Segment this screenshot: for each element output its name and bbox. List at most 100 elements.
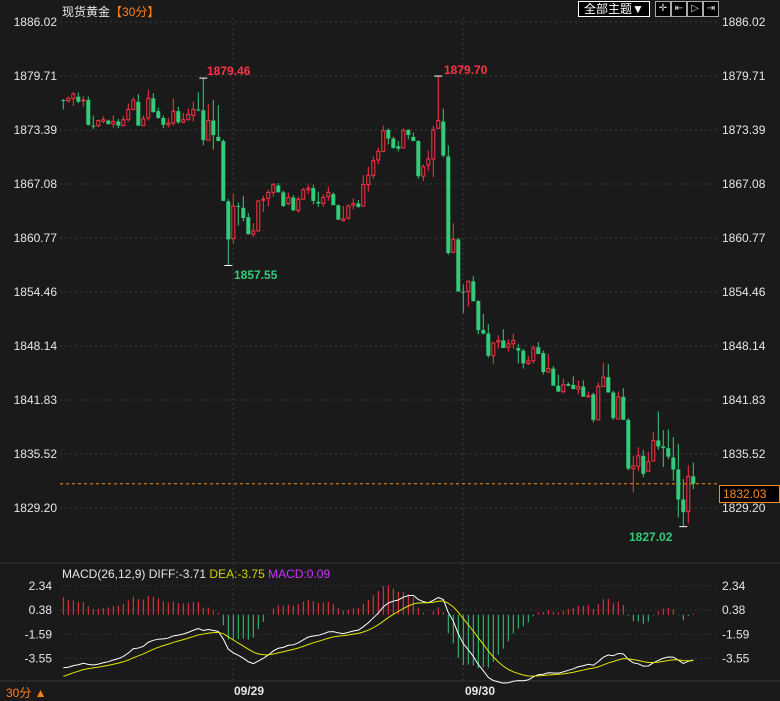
candle-down <box>386 128 391 145</box>
candle-body <box>681 499 686 513</box>
last-price-label: 1832.03 <box>719 485 780 503</box>
candle-body <box>106 120 111 124</box>
candle-up <box>96 119 101 128</box>
price-tick-label: 1873.39 <box>722 123 766 138</box>
candle-body <box>291 197 296 211</box>
candle-body <box>266 191 271 199</box>
candle-up <box>301 188 306 200</box>
candle-down <box>581 380 586 397</box>
crosshair-icon[interactable]: ✛ <box>655 1 671 17</box>
candle-up <box>426 150 431 171</box>
candle-body <box>576 386 581 390</box>
candle-up <box>401 128 406 149</box>
candle-down <box>501 329 506 349</box>
candle-down <box>86 96 91 126</box>
candle-down <box>136 94 141 126</box>
candle-body <box>331 194 336 206</box>
candle-body <box>286 197 291 205</box>
candle-body <box>386 129 391 139</box>
price-tick-label: 1835.52 <box>722 446 766 461</box>
candle-down <box>536 342 541 355</box>
candle-body <box>476 301 481 331</box>
candle-up <box>126 103 131 122</box>
candle-body <box>621 396 626 420</box>
candle-up <box>66 96 71 103</box>
candlestick-chart[interactable]: 2.34 2.34 0.38 0.38 -1.59 -1.59 -3.55 -3.55 <box>0 0 780 698</box>
macd-tick-label: 0.38 <box>722 603 746 617</box>
candles <box>61 75 696 528</box>
grid-lines <box>0 18 780 682</box>
candle-body <box>136 101 141 126</box>
candle-down <box>76 92 81 104</box>
candle-up <box>131 97 136 111</box>
candle-down <box>291 194 296 212</box>
candle-down <box>91 115 96 130</box>
candle-down <box>441 108 446 158</box>
candle-body <box>676 469 681 500</box>
candle-body <box>501 340 506 349</box>
price-tick-label: 1879.71 <box>13 68 57 83</box>
candle-up <box>261 195 266 213</box>
price-tick-label: 1841.83 <box>13 392 57 407</box>
candle-body <box>361 184 366 207</box>
candle-body <box>446 156 451 254</box>
candle-body <box>196 109 201 111</box>
candle-up <box>271 182 276 197</box>
candle-body <box>141 118 146 127</box>
candle-up <box>286 192 291 206</box>
candle-body <box>251 230 256 235</box>
candle-down <box>541 350 546 375</box>
candle-body <box>456 239 461 292</box>
price-tick-label: 1829.20 <box>722 501 766 515</box>
candle-up <box>361 175 366 207</box>
candle-down <box>476 300 481 335</box>
candle-body <box>506 343 511 348</box>
candle-up <box>526 355 531 366</box>
candle-down <box>176 106 181 124</box>
candle-body <box>661 446 666 449</box>
candle-body <box>511 339 516 345</box>
exit-icon[interactable]: ⇥ <box>703 1 719 17</box>
candle-up <box>586 391 591 398</box>
candle-body <box>151 98 156 112</box>
period-selector[interactable]: 30分 ▲ <box>6 684 47 701</box>
macd-tick-label: 2.34 <box>722 579 746 593</box>
candle-up <box>186 108 191 121</box>
play-icon[interactable]: ▷ <box>687 1 703 17</box>
candle-body <box>271 184 276 193</box>
candle-up <box>376 147 381 165</box>
theme-dropdown[interactable]: 全部主题▼ <box>578 1 650 17</box>
candle-down <box>406 129 411 140</box>
candle-body <box>486 333 491 356</box>
candle-body <box>176 111 181 123</box>
candle-down <box>236 202 241 226</box>
candle-down <box>691 462 696 490</box>
candle-down <box>471 276 476 302</box>
candle-up <box>576 380 581 395</box>
candle-body <box>381 130 386 152</box>
candle-body <box>461 291 466 293</box>
candle-body <box>551 368 556 386</box>
candle-down <box>521 348 526 369</box>
candle-up <box>111 115 116 129</box>
zoom-range-icon[interactable]: ⇤ <box>671 1 687 17</box>
candle-down <box>481 313 486 335</box>
candle-down <box>591 392 596 423</box>
candle-up <box>491 342 496 365</box>
candle-up <box>121 116 126 127</box>
candle-body <box>221 141 226 201</box>
candle-body <box>431 129 436 160</box>
candle-body <box>61 100 66 102</box>
candle-body <box>351 203 356 206</box>
macd-legend: MACD(26,12,9) DIFF:-3.71 DEA:-3.75 MACD:… <box>62 567 330 581</box>
candle-down <box>556 374 561 392</box>
candle-down <box>201 78 206 146</box>
candle-up <box>171 98 176 126</box>
candle-up <box>561 378 566 394</box>
candle-body <box>556 385 561 392</box>
candle-body <box>391 138 396 148</box>
candle-down <box>211 100 216 150</box>
candle-down <box>671 437 676 481</box>
candle-down <box>331 192 336 206</box>
candle-body <box>546 368 551 373</box>
